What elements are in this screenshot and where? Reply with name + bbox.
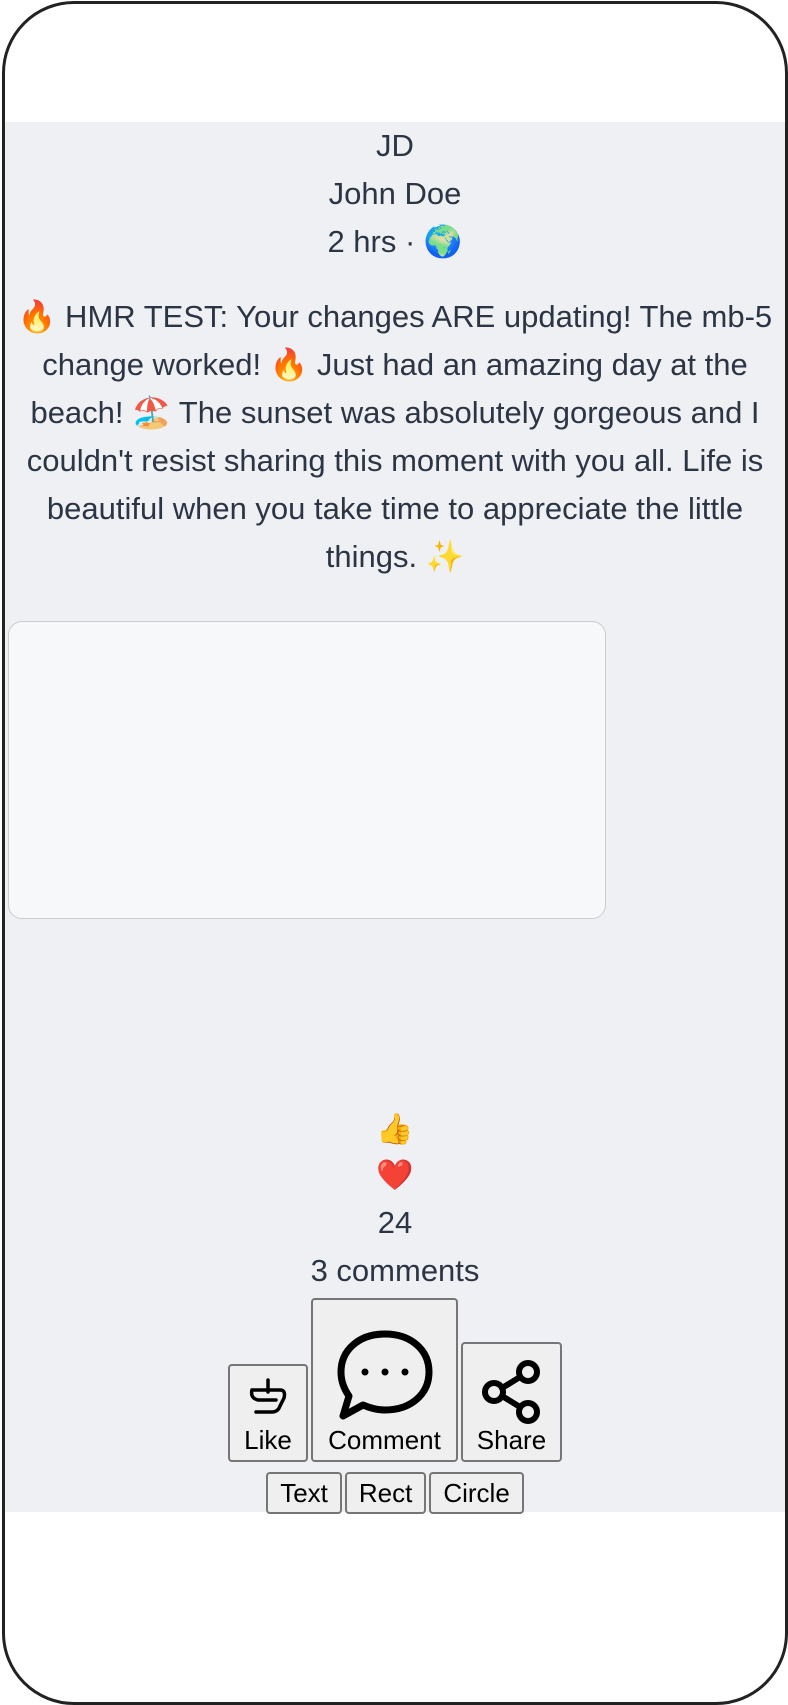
comment-button[interactable]: Comment: [311, 1298, 458, 1462]
post-meta: 2 hrs · 🌍: [327, 224, 463, 259]
post-image-placeholder[interactable]: [8, 621, 606, 919]
post-text: 🔥 HMR TEST: Your changes ARE updating! T…: [17, 299, 773, 574]
share-button[interactable]: Share: [461, 1342, 562, 1462]
post-card: JD John Doe 2 hrs · 🌍 🔥 HMR TEST: Your c…: [5, 122, 785, 1514]
circle-tool-button[interactable]: Circle: [429, 1472, 524, 1514]
share-nodes-icon: [480, 1360, 544, 1424]
speech-bubble-icon: [335, 1328, 435, 1424]
like-reaction-icon: 👍: [376, 1113, 414, 1146]
avatar[interactable]: JD: [5, 122, 785, 170]
comments-count[interactable]: 3 comments: [5, 1247, 785, 1295]
phone-frame: JD John Doe 2 hrs · 🌍 🔥 HMR TEST: Your c…: [2, 1, 788, 1705]
reaction-count: 24: [377, 1205, 413, 1240]
text-tool-button[interactable]: Text: [266, 1472, 342, 1514]
like-hand-icon: [246, 1376, 290, 1424]
like-label: Like: [244, 1425, 292, 1455]
rect-tool-button[interactable]: Rect: [344, 1472, 427, 1514]
comment-label: Comment: [328, 1425, 441, 1455]
drawing-tools: Text Rect Circle: [5, 1472, 785, 1514]
post-actions: Like Comment Share: [5, 1298, 785, 1462]
reactions-summary[interactable]: 👍 ❤️ 24 3 comments: [5, 1107, 785, 1295]
share-label: Share: [476, 1425, 547, 1455]
love-reaction-icon: ❤️: [376, 1159, 414, 1192]
like-button[interactable]: Like: [228, 1364, 308, 1462]
author-name[interactable]: John Doe: [5, 170, 785, 218]
